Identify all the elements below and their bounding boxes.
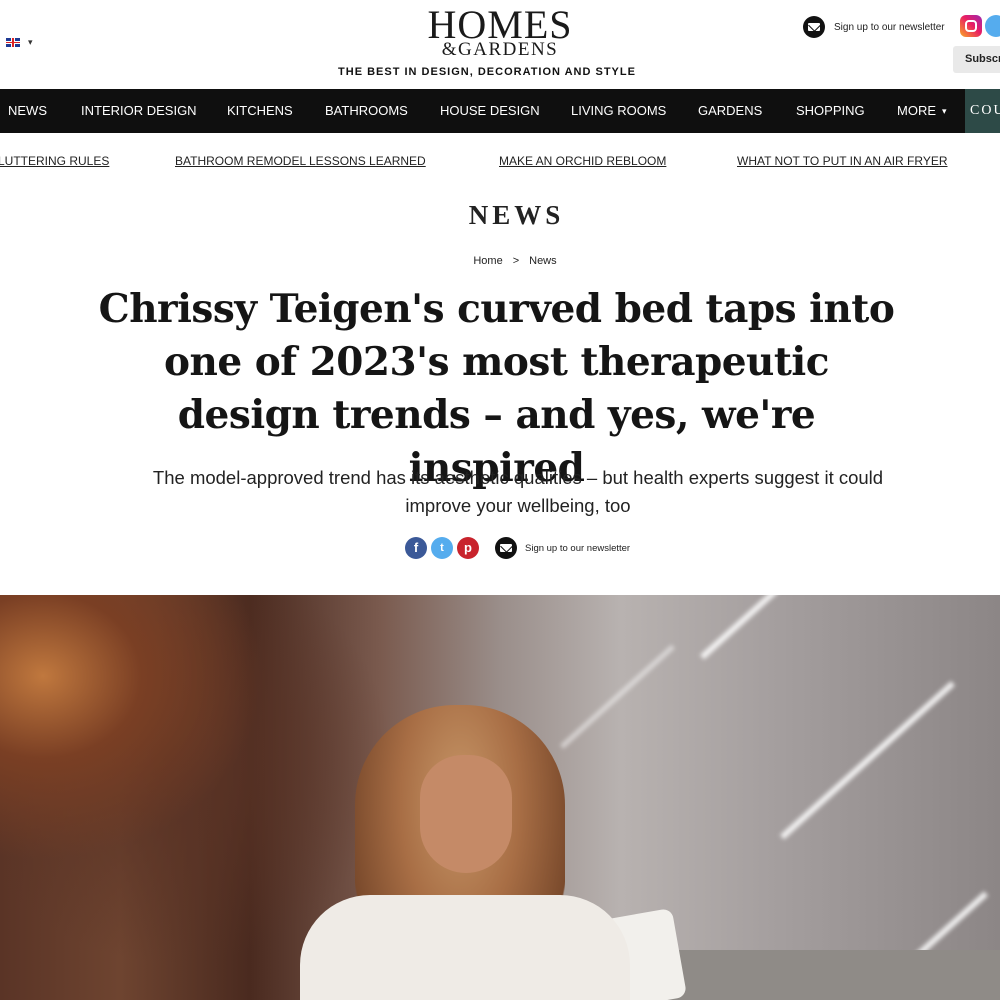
nav-item-more[interactable]: MORE ▾ xyxy=(897,89,947,133)
instagram-icon[interactable] xyxy=(960,15,982,37)
nav-item-living-rooms[interactable]: LIVING ROOMS xyxy=(571,89,666,133)
header-newsletter-link[interactable]: Sign up to our newsletter xyxy=(803,16,945,38)
section-label: NEWS xyxy=(468,200,565,230)
pinterest-icon[interactable]: p xyxy=(457,537,479,559)
trending-link[interactable]: LUTTERING RULES xyxy=(0,154,109,168)
breadcrumb-news[interactable]: News xyxy=(529,255,557,267)
twitter-icon[interactable] xyxy=(985,15,1000,37)
main-nav: NEWS INTERIOR DESIGN KITCHENS BATHROOMS … xyxy=(0,89,1000,133)
nav-item-kitchens[interactable]: KITCHENS xyxy=(227,89,293,133)
nav-more-label: MORE xyxy=(897,103,936,118)
breadcrumb-home[interactable]: Home xyxy=(473,255,502,267)
nav-item-shopping[interactable]: SHOPPING xyxy=(796,89,865,133)
share-newsletter-link[interactable]: Sign up to our newsletter xyxy=(495,537,630,559)
header-newsletter-label: Sign up to our newsletter xyxy=(834,21,945,33)
nav-item-gardens[interactable]: GARDENS xyxy=(698,89,762,133)
trending-link[interactable]: MAKE AN ORCHID REBLOOM xyxy=(499,154,666,168)
nav-coupons-button[interactable]: COUPONS xyxy=(965,89,1000,133)
site-tagline: THE BEST IN DESIGN, DECORATION AND STYLE xyxy=(338,66,636,78)
twitter-share-icon[interactable]: t xyxy=(431,537,453,559)
trending-link[interactable]: BATHROOM REMODEL LESSONS LEARNED xyxy=(175,154,426,168)
share-newsletter-label: Sign up to our newsletter xyxy=(525,542,631,554)
breadcrumb-separator: > xyxy=(512,255,520,267)
nav-item-house-design[interactable]: HOUSE DESIGN xyxy=(440,89,540,133)
share-bar: f t p Sign up to our newsletter xyxy=(405,537,630,559)
logo-sub: &GARDENS xyxy=(441,39,559,60)
envelope-icon xyxy=(495,537,517,559)
hero-image xyxy=(0,595,1000,1000)
article-standfirst: The model-approved trend has its aesthet… xyxy=(152,467,884,516)
subscribe-button[interactable]: Subscribe xyxy=(953,46,1000,73)
trending-link[interactable]: WHAT NOT TO PUT IN AN AIR FRYER xyxy=(737,154,948,168)
breadcrumb: Home > News xyxy=(0,255,1000,267)
nav-item-bathrooms[interactable]: BATHROOMS xyxy=(325,89,408,133)
nav-item-news[interactable]: NEWS xyxy=(8,89,47,133)
nav-item-interior-design[interactable]: INTERIOR DESIGN xyxy=(81,89,197,133)
envelope-icon xyxy=(803,16,825,38)
chevron-down-icon: ▾ xyxy=(942,106,947,116)
facebook-icon[interactable]: f xyxy=(405,537,427,559)
